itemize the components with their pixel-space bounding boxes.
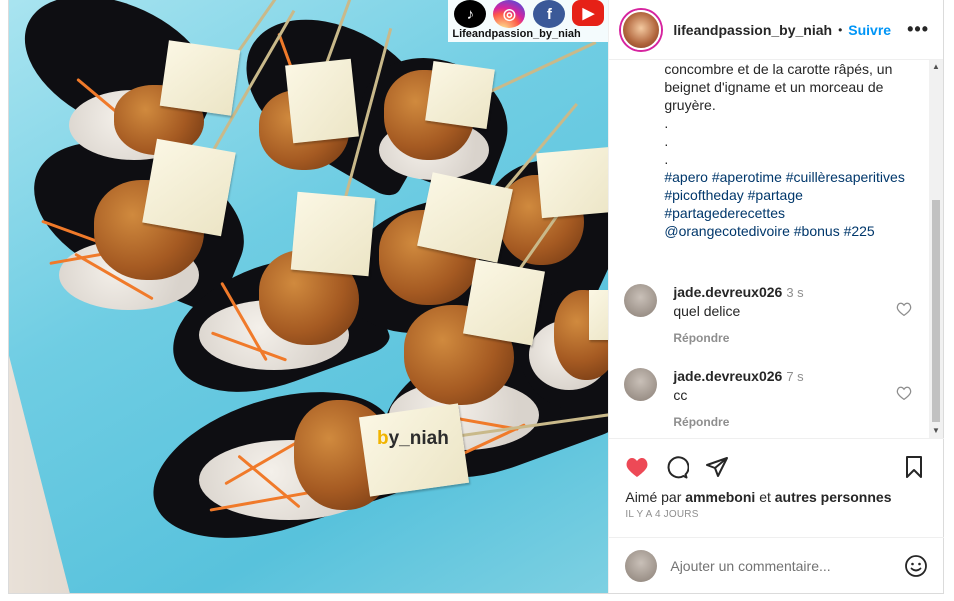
comments-scrollbar[interactable]: ▲ ▼ bbox=[929, 60, 943, 438]
likes-summary: Aimé par ammeboni et autres personnes bbox=[625, 489, 891, 505]
cheese-cube bbox=[463, 259, 545, 346]
youtube-icon: ▶ bbox=[572, 0, 605, 26]
comment-time[interactable]: 3 s bbox=[786, 285, 803, 300]
reply-button[interactable]: Répondre bbox=[673, 415, 924, 429]
caption-hashtags[interactable]: #partagederecettes bbox=[664, 204, 919, 222]
caption-line: concombre et de la carotte râpés, un bbox=[664, 61, 893, 77]
likes-prefix: Aimé par bbox=[625, 489, 682, 505]
caption-line: . bbox=[664, 151, 669, 167]
cheese-cube bbox=[285, 58, 359, 144]
post-side-panel: lifeandpassion_by_niah • Suivre ••• conc… bbox=[608, 0, 945, 593]
author-username[interactable]: lifeandpassion_by_niah bbox=[673, 22, 832, 38]
social-logo-strip: ♪ ◎ f ▶ Lifeandpassion_by_niah bbox=[448, 0, 609, 42]
liker-username[interactable]: ammeboni bbox=[685, 489, 755, 505]
post-dialog: by_niah ♪ ◎ f ▶ Lifeandpassion_by_niah l… bbox=[8, 0, 945, 594]
comment-item: jade.devreux026 7 s cc Répondre bbox=[624, 368, 924, 429]
caption-line: beignet d'igname et un morceau de bbox=[664, 79, 884, 95]
post-image[interactable]: by_niah ♪ ◎ f ▶ Lifeandpassion_by_niah bbox=[9, 0, 609, 593]
watermark: by_niah bbox=[377, 428, 449, 449]
comment-like-icon[interactable] bbox=[896, 386, 912, 400]
comments-section[interactable]: concombre et de la carotte râpés, un bei… bbox=[609, 60, 929, 438]
commenter-avatar[interactable] bbox=[624, 284, 658, 317]
cheese-cube bbox=[358, 403, 470, 497]
comment-text: cc bbox=[673, 387, 688, 403]
emoji-icon[interactable] bbox=[904, 554, 928, 578]
current-user-avatar bbox=[625, 549, 658, 582]
comment-input[interactable] bbox=[670, 557, 891, 574]
cheese-cube bbox=[425, 60, 495, 130]
likes-conjunction: et bbox=[759, 489, 771, 505]
comment-time[interactable]: 7 s bbox=[786, 369, 803, 384]
comment-text: quel delice bbox=[673, 303, 741, 319]
follow-button[interactable]: Suivre bbox=[848, 22, 891, 38]
comment-icon[interactable] bbox=[665, 455, 690, 479]
more-options-icon[interactable]: ••• bbox=[907, 19, 929, 40]
heart-icon[interactable] bbox=[625, 455, 649, 479]
post-header: lifeandpassion_by_niah • Suivre ••• bbox=[609, 0, 943, 60]
scroll-up-arrow-icon[interactable]: ▲ bbox=[929, 60, 943, 74]
separator-dot: • bbox=[838, 22, 843, 37]
commenter-avatar[interactable] bbox=[624, 368, 658, 401]
brand-text: Lifeandpassion_by_niah bbox=[452, 28, 581, 40]
author-avatar[interactable] bbox=[621, 9, 662, 50]
comment-username[interactable]: jade.devreux026 bbox=[673, 284, 782, 300]
scrollbar-thumb[interactable] bbox=[932, 200, 940, 422]
cheese-cube bbox=[290, 191, 376, 277]
other-likers-link[interactable]: autres personnes bbox=[775, 489, 892, 505]
bookmark-icon[interactable] bbox=[902, 455, 926, 479]
post-caption: concombre et de la carotte râpés, un bei… bbox=[609, 60, 929, 240]
comment-username[interactable]: jade.devreux026 bbox=[673, 368, 782, 384]
reply-button[interactable]: Répondre bbox=[673, 331, 924, 345]
comment-like-icon[interactable] bbox=[896, 302, 912, 316]
caption-hashtags[interactable]: #apero #aperotime #cuillèresaperitives bbox=[664, 168, 919, 186]
cheese-cube bbox=[589, 290, 609, 340]
add-comment-bar bbox=[609, 537, 945, 593]
post-actions: Aimé par ammeboni et autres personnes IL… bbox=[609, 438, 945, 536]
caption-line: . bbox=[664, 133, 669, 149]
comment-item: jade.devreux026 3 s quel delice Répondre bbox=[624, 284, 924, 345]
tiktok-icon: ♪ bbox=[454, 0, 487, 28]
cheese-cube bbox=[159, 40, 241, 116]
cheese-cube bbox=[142, 138, 236, 237]
caption-hashtags[interactable]: #picoftheday #partage bbox=[664, 186, 919, 204]
instagram-icon: ◎ bbox=[493, 0, 526, 28]
facebook-icon: f bbox=[533, 0, 566, 28]
caption-line: gruyère. bbox=[664, 97, 716, 113]
cheese-cube bbox=[536, 146, 609, 219]
post-timestamp[interactable]: IL Y A 4 JOURS bbox=[625, 509, 698, 520]
caption-line: . bbox=[664, 115, 669, 131]
scroll-down-arrow-icon[interactable]: ▼ bbox=[929, 424, 943, 438]
caption-hashtags[interactable]: @orangecotedivoire #bonus #225 bbox=[664, 222, 919, 240]
share-icon[interactable] bbox=[705, 455, 729, 479]
